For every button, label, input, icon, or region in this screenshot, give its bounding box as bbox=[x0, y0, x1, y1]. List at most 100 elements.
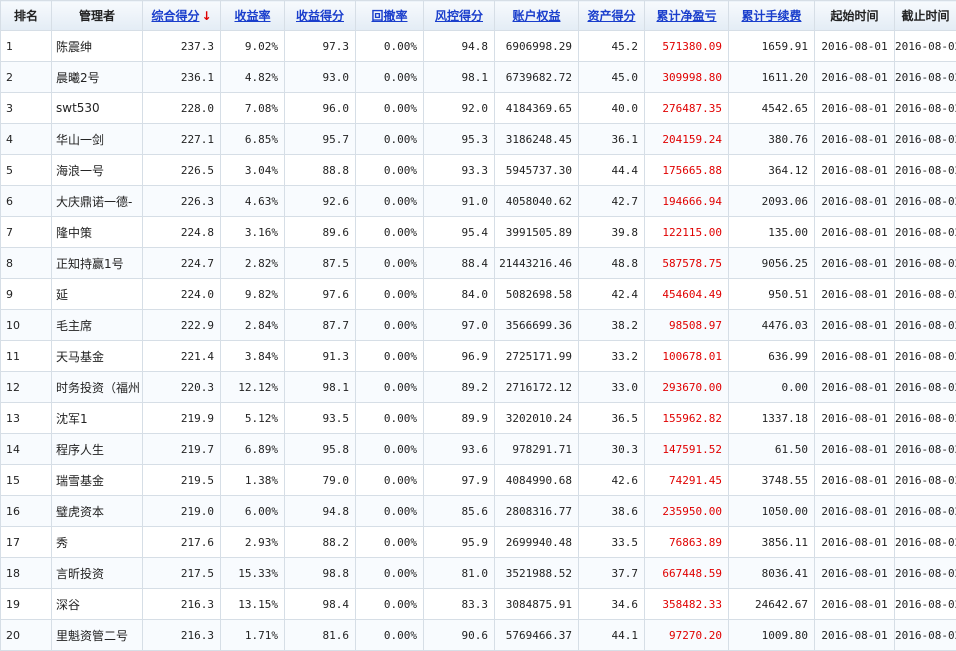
drawdown-cell: 0.00% bbox=[356, 527, 424, 558]
rank-cell: 4 bbox=[1, 124, 52, 155]
risk-score-cell: 83.3 bbox=[424, 589, 495, 620]
manager-cell: 隆中策 bbox=[52, 217, 143, 248]
return-rate-cell: 15.33% bbox=[221, 558, 285, 589]
fees-cell: 135.00 bbox=[729, 217, 815, 248]
equity-cell: 5769466.37 bbox=[495, 620, 579, 651]
header-equity[interactable]: 账户权益 bbox=[495, 1, 579, 31]
start-time-cell: 2016-08-01 bbox=[815, 527, 895, 558]
return-score-cell: 93.0 bbox=[285, 62, 356, 93]
header-risk-score[interactable]: 风控得分 bbox=[424, 1, 495, 31]
asset-score-cell: 33.0 bbox=[579, 372, 645, 403]
drawdown-cell: 0.00% bbox=[356, 186, 424, 217]
net-pnl-cell: 293670.00 bbox=[645, 372, 729, 403]
header-return-score[interactable]: 收益得分 bbox=[285, 1, 356, 31]
end-time-cell: 2016-08-02 bbox=[895, 620, 956, 651]
rank-cell: 12 bbox=[1, 372, 52, 403]
risk-score-cell: 92.0 bbox=[424, 93, 495, 124]
manager-cell: 瑞雪基金 bbox=[52, 465, 143, 496]
header-return-rate[interactable]: 收益率 bbox=[221, 1, 285, 31]
fees-cell: 9056.25 bbox=[729, 248, 815, 279]
drawdown-cell: 0.00% bbox=[356, 310, 424, 341]
header-asset-score[interactable]: 资产得分 bbox=[579, 1, 645, 31]
equity-cell: 4084990.68 bbox=[495, 465, 579, 496]
total-score-cell: 227.1 bbox=[143, 124, 221, 155]
return-rate-cell: 9.82% bbox=[221, 279, 285, 310]
header-net-pnl[interactable]: 累计净盈亏 bbox=[645, 1, 729, 31]
drawdown-cell: 0.00% bbox=[356, 558, 424, 589]
rank-cell: 13 bbox=[1, 403, 52, 434]
total-score-cell: 219.5 bbox=[143, 465, 221, 496]
net-pnl-cell: 74291.45 bbox=[645, 465, 729, 496]
drawdown-cell: 0.00% bbox=[356, 279, 424, 310]
drawdown-cell: 0.00% bbox=[356, 341, 424, 372]
manager-cell: 海浪一号 bbox=[52, 155, 143, 186]
return-score-cell: 87.7 bbox=[285, 310, 356, 341]
end-time-cell: 2016-08-02 bbox=[895, 403, 956, 434]
return-rate-cell: 9.02% bbox=[221, 31, 285, 62]
equity-cell: 2716172.12 bbox=[495, 372, 579, 403]
rank-cell: 7 bbox=[1, 217, 52, 248]
header-end-time: 截止时间 bbox=[895, 1, 956, 31]
table-row: 13沈军1219.95.12%93.50.00%89.93202010.2436… bbox=[1, 403, 956, 434]
start-time-cell: 2016-08-01 bbox=[815, 620, 895, 651]
return-rate-cell: 3.84% bbox=[221, 341, 285, 372]
drawdown-cell: 0.00% bbox=[356, 620, 424, 651]
header-fees[interactable]: 累计手续费 bbox=[729, 1, 815, 31]
end-time-cell: 2016-08-02 bbox=[895, 372, 956, 403]
start-time-cell: 2016-08-01 bbox=[815, 186, 895, 217]
header-total-score[interactable]: 综合得分↓ bbox=[143, 1, 221, 31]
start-time-cell: 2016-08-01 bbox=[815, 248, 895, 279]
net-pnl-cell: 98508.97 bbox=[645, 310, 729, 341]
asset-score-cell: 39.8 bbox=[579, 217, 645, 248]
start-time-cell: 2016-08-01 bbox=[815, 62, 895, 93]
return-rate-cell: 3.16% bbox=[221, 217, 285, 248]
return-rate-cell: 5.12% bbox=[221, 403, 285, 434]
table-row: 3swt530228.07.08%96.00.00%92.04184369.65… bbox=[1, 93, 956, 124]
return-score-cell: 88.2 bbox=[285, 527, 356, 558]
fees-cell: 950.51 bbox=[729, 279, 815, 310]
manager-cell: 华山一剑 bbox=[52, 124, 143, 155]
drawdown-cell: 0.00% bbox=[356, 248, 424, 279]
return-rate-cell: 12.12% bbox=[221, 372, 285, 403]
return-rate-cell: 2.93% bbox=[221, 527, 285, 558]
drawdown-cell: 0.00% bbox=[356, 155, 424, 186]
end-time-cell: 2016-08-02 bbox=[895, 124, 956, 155]
return-score-cell: 91.3 bbox=[285, 341, 356, 372]
drawdown-cell: 0.00% bbox=[356, 217, 424, 248]
header-drawdown[interactable]: 回撤率 bbox=[356, 1, 424, 31]
return-score-cell: 98.8 bbox=[285, 558, 356, 589]
drawdown-cell: 0.00% bbox=[356, 31, 424, 62]
risk-score-cell: 98.1 bbox=[424, 62, 495, 93]
fees-cell: 1659.91 bbox=[729, 31, 815, 62]
asset-score-cell: 30.3 bbox=[579, 434, 645, 465]
asset-score-cell: 45.2 bbox=[579, 31, 645, 62]
end-time-cell: 2016-08-02 bbox=[895, 589, 956, 620]
total-score-cell: 216.3 bbox=[143, 589, 221, 620]
risk-score-cell: 89.2 bbox=[424, 372, 495, 403]
equity-cell: 5082698.58 bbox=[495, 279, 579, 310]
table-row: 1陈震绅237.39.02%97.30.00%94.86906998.2945.… bbox=[1, 31, 956, 62]
end-time-cell: 2016-08-02 bbox=[895, 186, 956, 217]
rank-cell: 2 bbox=[1, 62, 52, 93]
fees-cell: 24642.67 bbox=[729, 589, 815, 620]
net-pnl-cell: 194666.94 bbox=[645, 186, 729, 217]
risk-score-cell: 90.6 bbox=[424, 620, 495, 651]
return-score-cell: 79.0 bbox=[285, 465, 356, 496]
return-score-cell: 89.6 bbox=[285, 217, 356, 248]
total-score-cell: 237.3 bbox=[143, 31, 221, 62]
equity-cell: 3566699.36 bbox=[495, 310, 579, 341]
start-time-cell: 2016-08-01 bbox=[815, 558, 895, 589]
end-time-cell: 2016-08-02 bbox=[895, 496, 956, 527]
end-time-cell: 2016-08-02 bbox=[895, 93, 956, 124]
return-score-cell: 97.6 bbox=[285, 279, 356, 310]
table-row: 17秀217.62.93%88.20.00%95.92699940.4833.5… bbox=[1, 527, 956, 558]
drawdown-cell: 0.00% bbox=[356, 496, 424, 527]
asset-score-cell: 42.6 bbox=[579, 465, 645, 496]
risk-score-cell: 91.0 bbox=[424, 186, 495, 217]
end-time-cell: 2016-08-02 bbox=[895, 279, 956, 310]
table-row: 9延224.09.82%97.60.00%84.05082698.5842.44… bbox=[1, 279, 956, 310]
manager-cell: 晨曦2号 bbox=[52, 62, 143, 93]
start-time-cell: 2016-08-01 bbox=[815, 310, 895, 341]
end-time-cell: 2016-08-02 bbox=[895, 217, 956, 248]
net-pnl-cell: 587578.75 bbox=[645, 248, 729, 279]
